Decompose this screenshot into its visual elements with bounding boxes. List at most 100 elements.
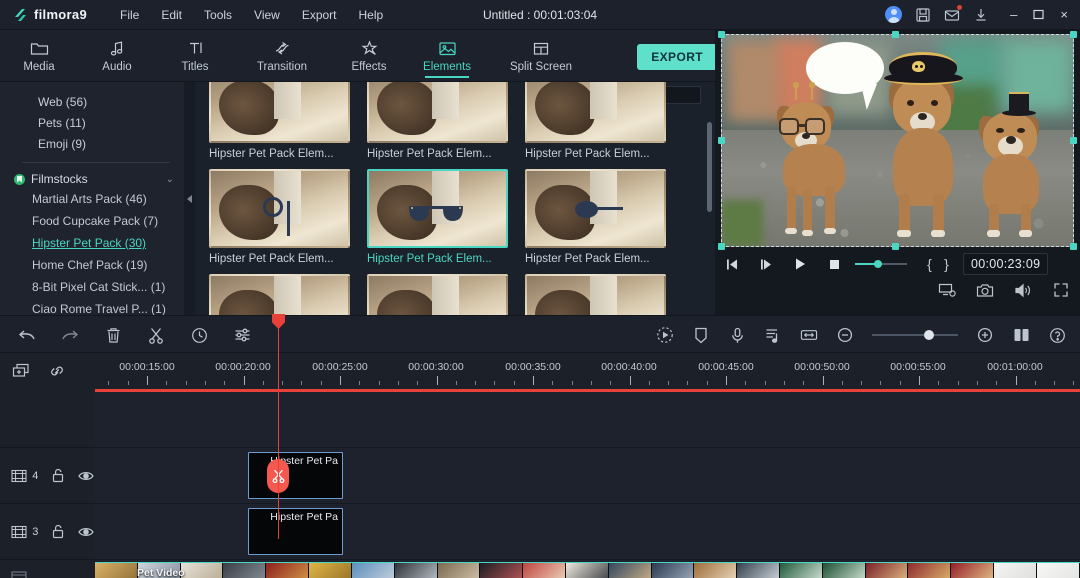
speed-clock-icon[interactable]: [190, 326, 208, 344]
speaker-icon[interactable]: [1014, 281, 1032, 299]
tab-elements[interactable]: Elements: [408, 30, 486, 82]
element-cell[interactable]: Hipster Pet Pack Elem...: [525, 169, 666, 265]
maximize-button[interactable]: [1033, 9, 1045, 20]
pack-item-8bit-pixel-cat[interactable]: 8-Bit Pixel Cat Stick... (1): [0, 276, 184, 298]
category-item-web[interactable]: Web (56): [0, 92, 184, 113]
menu-item-export[interactable]: Export: [291, 3, 348, 27]
mark-out-button[interactable]: }: [938, 256, 955, 272]
zoom-out-icon[interactable]: [836, 326, 854, 344]
track-lane[interactable]: [95, 392, 1080, 447]
resize-handle-ml[interactable]: [718, 137, 725, 144]
close-button[interactable]: ×: [1060, 8, 1068, 21]
track-lane[interactable]: Hipster Pet Pa: [95, 448, 1080, 503]
menu-item-file[interactable]: File: [109, 3, 150, 27]
element-cell-selected[interactable]: Hipster Pet Pack Elem...: [367, 169, 508, 265]
add-track-icon[interactable]: [12, 362, 30, 380]
tab-split-screen[interactable]: Split Screen: [486, 30, 596, 82]
track-lane[interactable]: Hipster Pet Pa: [95, 504, 1080, 559]
element-thumbnail[interactable]: [209, 82, 350, 143]
pack-item-ciao-rome[interactable]: Ciao Rome Travel P... (1): [0, 298, 184, 315]
element-thumbnail[interactable]: [209, 274, 350, 315]
panel-collapse-divider[interactable]: [184, 82, 195, 315]
element-cell[interactable]: Hipster Pet Pack Elem...: [367, 274, 508, 315]
unlock-icon[interactable]: [49, 523, 66, 541]
chevron-down-icon[interactable]: ⌄: [166, 174, 174, 185]
play-button[interactable]: [783, 251, 817, 277]
previous-frame-button[interactable]: [715, 251, 749, 277]
tab-transition[interactable]: Transition: [234, 30, 330, 82]
voiceover-mic-icon[interactable]: [728, 326, 746, 344]
category-item-pets[interactable]: Pets (11): [0, 113, 184, 134]
eye-visible-icon[interactable]: [78, 467, 95, 485]
category-item-emoji[interactable]: Emoji (9): [0, 134, 184, 155]
timeline-ruler[interactable]: 00:00:15:00 00:00:20:00 00:00:25:00 00:0…: [95, 353, 1080, 389]
resize-handle-tc[interactable]: [892, 31, 899, 38]
menu-item-help[interactable]: Help: [348, 3, 395, 27]
element-thumbnail[interactable]: [367, 169, 508, 248]
pack-item-home-chef[interactable]: Home Chef Pack (19): [0, 254, 184, 276]
resize-handle-tl[interactable]: [718, 31, 725, 38]
eye-visible-icon[interactable]: [78, 523, 95, 541]
timeline-clip[interactable]: Hipster Pet Pa: [248, 452, 343, 499]
render-preview-icon[interactable]: [656, 326, 674, 344]
split-scissors-icon[interactable]: [147, 326, 165, 344]
element-cell[interactable]: Hipster Pet Pack Elem...: [209, 82, 350, 160]
resize-handle-tr[interactable]: [1070, 31, 1077, 38]
project-settings-icon[interactable]: [938, 281, 956, 299]
menu-item-tools[interactable]: Tools: [193, 3, 243, 27]
video-filmstrip[interactable]: [95, 562, 1080, 578]
pack-item-hipster-pet[interactable]: Hipster Pet Pack (30): [0, 232, 184, 254]
timeline-clip[interactable]: Hipster Pet Pa: [248, 508, 343, 555]
element-cell[interactable]: Hipster Pet Pack Elem...: [367, 82, 508, 160]
video-track-lane[interactable]: Pet Video: [95, 560, 1080, 578]
fit-timeline-icon[interactable]: [800, 326, 818, 344]
element-thumbnail[interactable]: [367, 274, 508, 315]
preview-canvas[interactable]: [721, 34, 1074, 247]
undo-icon[interactable]: [18, 326, 36, 344]
link-icon[interactable]: [48, 362, 66, 380]
marker-icon[interactable]: [692, 326, 710, 344]
split-view-icon[interactable]: [1012, 326, 1030, 344]
elements-scroll-area[interactable]: Hipster Pet Pack Elem... Hipster Pet Pac…: [195, 82, 715, 315]
preview-timecode[interactable]: 00:00:23:09: [963, 253, 1049, 275]
element-cell[interactable]: Hipster Pet Pack Elem...: [525, 82, 666, 160]
menu-item-view[interactable]: View: [243, 3, 291, 27]
adjust-sliders-icon[interactable]: [233, 326, 251, 344]
unlock-icon[interactable]: [49, 467, 66, 485]
resize-handle-mr[interactable]: [1070, 137, 1077, 144]
element-thumbnail[interactable]: [525, 169, 666, 248]
stop-button[interactable]: [817, 251, 851, 277]
save-icon[interactable]: [915, 7, 931, 23]
element-thumbnail[interactable]: [525, 274, 666, 315]
element-thumbnail[interactable]: [525, 82, 666, 143]
tab-effects[interactable]: Effects: [330, 30, 408, 82]
element-cell[interactable]: Hipster Pet Pack Elem...: [209, 169, 350, 265]
minimize-button[interactable]: –: [1010, 8, 1017, 21]
menu-item-edit[interactable]: Edit: [150, 3, 193, 27]
user-avatar[interactable]: [885, 6, 903, 23]
audio-mixer-icon[interactable]: [764, 326, 782, 344]
tab-audio[interactable]: Audio: [78, 30, 156, 82]
next-frame-button[interactable]: [749, 251, 783, 277]
export-button[interactable]: EXPORT: [637, 44, 717, 70]
element-thumbnail[interactable]: [209, 169, 350, 248]
element-cell[interactable]: Hipster Pet Pack Elem...: [525, 274, 666, 315]
playhead[interactable]: [272, 314, 285, 539]
tab-titles[interactable]: Titles: [156, 30, 234, 82]
mail-icon[interactable]: [944, 4, 963, 23]
zoom-slider[interactable]: [872, 328, 958, 342]
redo-icon[interactable]: [61, 326, 79, 344]
element-cell[interactable]: Hipster Pet Pack Elem...: [209, 274, 350, 315]
element-thumbnail[interactable]: [367, 82, 508, 143]
help-icon[interactable]: [1048, 326, 1066, 344]
download-icon[interactable]: [973, 7, 989, 23]
category-group-filmstocks[interactable]: Filmstocks ⌄: [0, 170, 184, 188]
pack-item-food-cupcake[interactable]: Food Cupcake Pack (7): [0, 210, 184, 232]
zoom-in-icon[interactable]: [976, 326, 994, 344]
pack-item-martial-arts[interactable]: Martial Arts Pack (46): [0, 188, 184, 210]
snapshot-camera-icon[interactable]: [976, 281, 994, 299]
delete-icon[interactable]: [104, 326, 122, 344]
mark-in-button[interactable]: {: [921, 256, 938, 272]
fullscreen-icon[interactable]: [1052, 281, 1070, 299]
elements-scrollbar[interactable]: [707, 122, 712, 212]
